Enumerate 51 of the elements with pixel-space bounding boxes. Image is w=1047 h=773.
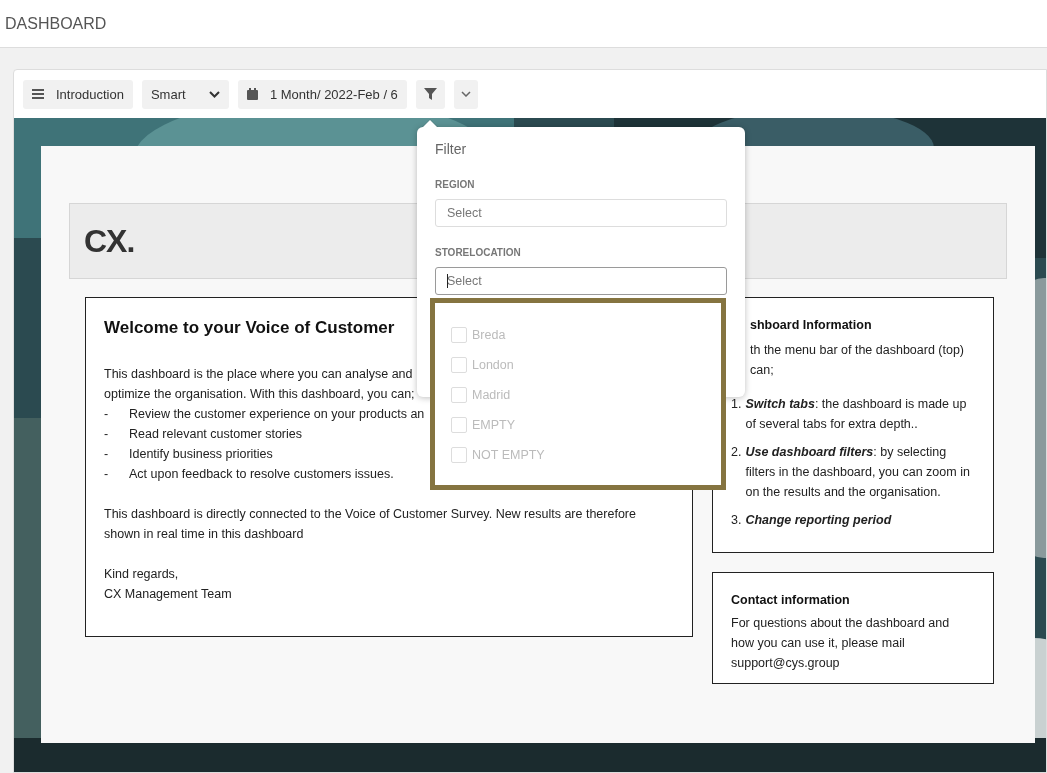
bullet-text: Identify business priorities	[129, 446, 273, 463]
chevron-down-icon	[460, 91, 471, 97]
option-label[interactable]: Madrid	[472, 385, 511, 405]
contact-text: For questions about the dashboard and how you can use it, please mail support@cys.group	[731, 615, 951, 672]
contact-heading: Contact information	[731, 593, 850, 607]
select-field[interactable]: Select	[435, 267, 727, 295]
bullet-text: Review the customer experience on your products an	[129, 406, 425, 423]
checkbox[interactable]	[451, 357, 467, 373]
view-select[interactable]: Smart	[141, 79, 229, 109]
intro-text: optimize the organisation. With this dashboard, you can;	[104, 386, 415, 403]
step-text: Change reporting period	[745, 512, 892, 529]
filter-label: REGION	[435, 179, 476, 190]
welcome-heading: Welcome to your Voice of Customer	[104, 318, 395, 338]
info-intro-text: can;	[749, 362, 774, 379]
bullet-dash: -	[104, 406, 110, 423]
filter-button[interactable]	[415, 79, 445, 109]
info-intro-text: th the menu bar of the dashboard (top)	[749, 342, 965, 359]
option-label[interactable]: London	[472, 355, 514, 375]
bullet-dash: -	[104, 426, 110, 443]
info-heading: shboard Information	[749, 318, 872, 332]
bullet-dash: -	[104, 446, 110, 463]
bullet-dash: -	[104, 466, 110, 483]
step-number: 1.	[731, 396, 742, 413]
calendar-icon	[246, 88, 258, 100]
menu-icon	[32, 89, 44, 99]
filter-label: STORELOCATION	[435, 247, 522, 258]
intro-text: This dashboard is the place where you can analyse and	[104, 366, 413, 383]
connection-paragraph: This dashboard is directly connected to the Voice of Customer Survey. New results are therefore shown in real time in this dashboard	[104, 506, 637, 543]
checkbox[interactable]	[451, 447, 467, 463]
bullet-text: Act upon feedback to resolve customers issues.	[129, 466, 394, 483]
chevron-down-icon	[208, 90, 220, 98]
closing-text: Kind regards,	[104, 566, 179, 583]
period-button[interactable]: 1 Month/ 2022-Feb / 6	[237, 79, 407, 109]
option-label[interactable]: Breda	[472, 325, 506, 345]
option-label[interactable]: EMPTY	[472, 415, 516, 435]
page-title: DASHBOARD	[5, 14, 107, 33]
introduction-menu-button[interactable]: Introduction	[23, 79, 133, 109]
filter-title: Filter	[435, 141, 468, 157]
bullet-text: Read relevant customer stories	[129, 426, 302, 443]
more-button[interactable]	[453, 79, 478, 109]
step-text: Switch tabs: the dashboard is made up of several tabs for extra depth..	[745, 396, 968, 433]
filter-icon	[423, 88, 437, 100]
step-number: 2.	[731, 444, 742, 461]
step-text: Use dashboard filters: by selecting filters in the dashboard, you can zoom in on the results and the organisation.	[745, 444, 971, 501]
logo: CX.	[84, 222, 135, 260]
checkbox[interactable]	[451, 387, 467, 403]
checkbox[interactable]	[451, 417, 467, 433]
step-number: 3.	[731, 512, 742, 529]
option-label[interactable]: NOT EMPTY	[472, 445, 545, 465]
closing-text: CX Management Team	[104, 586, 232, 603]
checkbox[interactable]	[451, 327, 467, 343]
